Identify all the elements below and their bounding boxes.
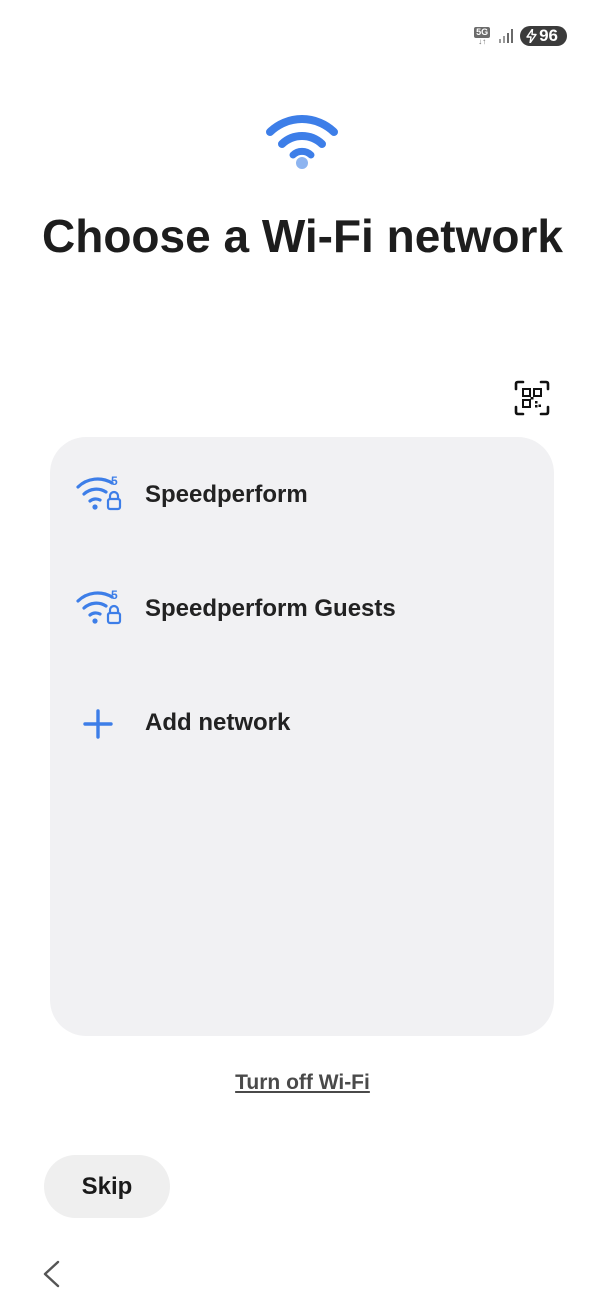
network-name: Speedperform Guests — [145, 595, 396, 622]
network-item-speedperform[interactable]: 5 Speedperform — [50, 455, 554, 535]
network-type-label: 5G — [474, 26, 491, 38]
network-type-indicator: 5G ↓↑ — [472, 26, 492, 46]
chevron-left-icon[interactable] — [40, 1258, 64, 1290]
skip-button[interactable]: Skip — [44, 1155, 170, 1218]
network-activity-arrows: ↓↑ — [478, 36, 487, 46]
page-title: Choose a Wi-Fi network — [42, 210, 563, 262]
signal-strength-icon — [499, 29, 514, 43]
wifi-5ghz-locked-icon: 5 — [76, 475, 122, 511]
add-network-label: Add network — [145, 709, 291, 736]
network-item-speedperform-guests[interactable]: 5 Speedperform Guests — [50, 569, 554, 649]
qr-code-scan-icon[interactable] — [514, 380, 550, 416]
battery-indicator: 96 — [520, 26, 567, 46]
status-bar: 5G ↓↑ 96 — [472, 22, 567, 50]
add-network-button[interactable]: Add network — [50, 683, 554, 763]
plus-icon — [83, 709, 113, 739]
svg-text:5: 5 — [111, 589, 118, 602]
network-list: 5 Speedperform 5 Speedperform Guests Add… — [50, 437, 554, 1036]
svg-text:5: 5 — [111, 475, 118, 488]
wifi-5ghz-locked-icon: 5 — [76, 589, 122, 625]
bolt-icon — [526, 29, 537, 43]
turn-off-wifi-link[interactable]: Turn off Wi-Fi — [0, 1071, 605, 1095]
network-name: Speedperform — [145, 481, 308, 508]
wifi-icon — [266, 115, 338, 169]
battery-level: 96 — [539, 26, 558, 45]
